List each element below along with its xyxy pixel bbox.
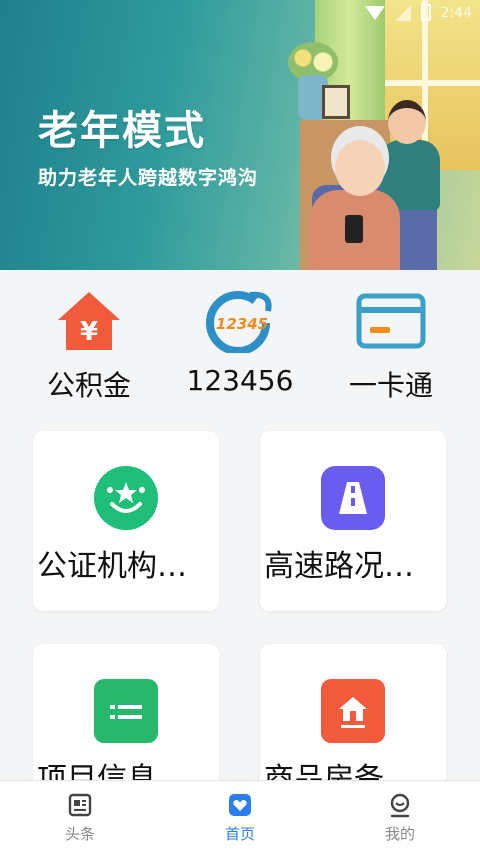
svg-text:12345: 12345	[216, 315, 268, 333]
highway-icon	[321, 466, 385, 530]
tab-label: 我的	[384, 825, 415, 843]
battery-icon	[420, 4, 431, 21]
banner-title: 老年模式	[38, 108, 206, 154]
phone-illustration	[345, 215, 363, 243]
house-yen-icon: ¥	[14, 288, 164, 354]
tab-label: 首页	[224, 825, 255, 843]
smile-badge-icon	[94, 466, 158, 530]
quick-link-label: 公积金	[46, 369, 131, 402]
tab-label: 头条	[64, 825, 95, 843]
hotline-12345-icon: 12345	[165, 288, 315, 354]
person-icon	[386, 791, 414, 819]
quick-link-label: 一卡通	[348, 369, 433, 402]
status-bar: 2:44	[364, 4, 472, 21]
bottom-tab-bar: 头条 首页 我的	[0, 780, 480, 853]
quick-link-card[interactable]: 一卡通	[316, 288, 466, 404]
banner[interactable]: 老年模式 助力老年人跨越数字鸿沟 2:44	[0, 0, 480, 270]
folder-list-icon	[94, 679, 158, 743]
quick-link-label: 123456	[186, 364, 294, 397]
elderly-woman-head	[335, 140, 385, 196]
svg-text:¥: ¥	[80, 317, 98, 347]
heart-box-icon	[226, 791, 254, 819]
status-time: 2:44	[440, 4, 472, 21]
service-card-label: 公证机构信…	[37, 549, 215, 584]
tab-home[interactable]: 首页	[160, 781, 320, 853]
banner-subtitle: 助力老年人跨越数字鸿沟	[38, 167, 259, 189]
card-icon	[316, 288, 466, 354]
tab-headlines[interactable]: 头条	[0, 781, 160, 853]
quick-link-housing-fund[interactable]: ¥ 公积金	[14, 288, 164, 404]
tab-mine[interactable]: 我的	[320, 781, 480, 853]
house-doc-icon	[321, 679, 385, 743]
service-card-label: 高速路况查…	[264, 549, 442, 584]
quick-links: ¥ 公积金 12345 123456 一卡通	[0, 270, 480, 410]
quick-link-hotline[interactable]: 12345 123456	[165, 288, 315, 397]
wifi-icon	[364, 5, 385, 20]
service-card-notary[interactable]: 公证机构信…	[33, 431, 219, 611]
photo-frame-illustration	[322, 85, 350, 119]
elderly-man-head	[388, 100, 426, 144]
service-card-highway[interactable]: 高速路况查…	[260, 431, 446, 611]
newspaper-icon	[66, 791, 94, 819]
signal-icon	[394, 4, 411, 21]
